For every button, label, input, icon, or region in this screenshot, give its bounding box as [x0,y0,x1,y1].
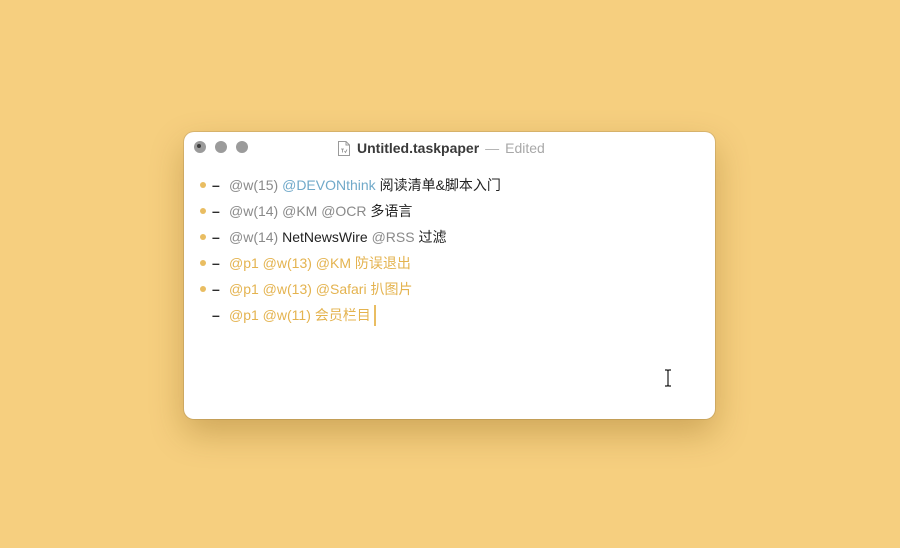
task-bullet-icon[interactable] [200,286,206,292]
task-tag-segment: @w(14) [229,229,283,245]
minimize-button[interactable] [215,141,227,153]
task-dash: – [212,255,220,271]
task-dash: – [212,281,220,297]
task-item[interactable]: – @p1 @w(11) 会员栏目 [184,302,715,328]
task-list[interactable]: – @w(15) @DEVONthink 阅读清单&脚本入门 – @w(14) @KM… [184,172,715,328]
task-tag-segment: @w(14) @KM @OCR [229,203,367,219]
task-text-segment: NetNewsWire [282,229,372,245]
document-window: Untitled.taskpaper — Edited – @w(15) @DEV… [184,132,715,419]
task-text[interactable]: @p1 @w(11) 会员栏目 [229,302,376,328]
task-text-segment: 过滤 [414,229,447,245]
task-text[interactable]: @w(14) NetNewsWire @RSS 过滤 [229,224,446,250]
task-item[interactable]: – @w(15) @DEVONthink 阅读清单&脚本入门 [184,172,715,198]
task-text-segment: 多语言 [366,203,413,219]
task-text[interactable]: @w(14) @KM @OCR 多语言 [229,198,412,224]
taskpaper-document-icon[interactable] [338,140,350,156]
task-dash: – [212,177,220,193]
task-bullet-icon[interactable] [200,182,206,188]
title-separator: — [485,140,500,156]
ibeam-cursor-icon [665,369,671,387]
task-item[interactable]: – @p1 @w(13) @KM 防误退出 [184,250,715,276]
task-tag-segment: @DEVONthink [282,177,376,193]
edited-status: Edited [505,140,545,156]
task-text[interactable]: @w(15) @DEVONthink 阅读清单&脚本入门 [229,172,501,198]
task-text[interactable]: @p1 @w(13) @KM 防误退出 [229,250,411,276]
task-item[interactable]: – @w(14) NetNewsWire @RSS 过滤 [184,224,715,250]
text-caret [373,304,376,326]
close-button[interactable] [194,141,206,153]
task-item[interactable]: – @p1 @w(13) @Safari 扒图片 [184,276,715,302]
zoom-button[interactable] [236,141,248,153]
task-bullet-icon[interactable] [200,234,206,240]
task-tag-segment: @RSS [371,229,415,245]
task-text[interactable]: @p1 @w(13) @Safari 扒图片 [229,276,412,302]
document-name: Untitled.taskpaper [357,140,480,156]
task-tag-segment: @p1 @w(11) 会员栏目 [229,307,371,323]
task-tag-segment: @w(15) [229,177,283,193]
task-tag-segment: @p1 @w(13) @KM 防误退出 [229,255,411,271]
task-dash: – [212,307,220,323]
task-item[interactable]: – @w(14) @KM @OCR 多语言 [184,198,715,224]
window-title: Untitled.taskpaper — Edited [338,139,545,157]
task-tag-segment: @p1 @w(13) @Safari 扒图片 [229,281,413,297]
task-dash: – [212,203,220,219]
title-bar[interactable]: Untitled.taskpaper — Edited [184,132,715,162]
task-text-segment: 阅读清单&脚本入门 [375,177,501,193]
task-bullet-icon[interactable] [200,260,206,266]
task-dash: – [212,229,220,245]
task-bullet-icon[interactable] [200,208,206,214]
